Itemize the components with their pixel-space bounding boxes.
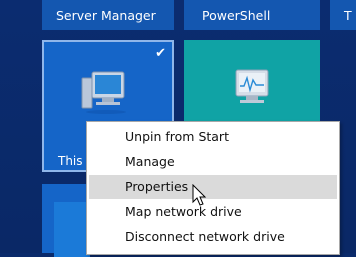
tile-server-manager[interactable]: Server Manager <box>42 0 174 30</box>
tile-label: This <box>58 154 83 168</box>
tile-label: T <box>344 8 352 23</box>
menu-item-unpin-from-start[interactable]: Unpin from Start <box>89 125 337 149</box>
computer-icon <box>81 71 126 114</box>
menu-item-manage[interactable]: Manage <box>89 150 337 174</box>
tile-label: Server Manager <box>56 8 156 23</box>
tile-powershell[interactable]: PowerShell <box>184 0 320 30</box>
context-menu: Unpin from Start Manage Properties Map n… <box>86 121 340 255</box>
menu-item-properties[interactable]: Properties <box>89 175 337 199</box>
performance-monitor-icon <box>235 69 269 103</box>
checkmark-icon: ✔ <box>155 46 166 61</box>
mouse-cursor-icon <box>192 184 207 206</box>
tile-partial-right[interactable]: T <box>330 0 356 30</box>
tile-lower-accent <box>54 202 90 257</box>
tile-label: PowerShell <box>202 8 271 23</box>
menu-item-disconnect-network-drive[interactable]: Disconnect network drive <box>89 225 337 249</box>
menu-item-map-network-drive[interactable]: Map network drive <box>89 200 337 224</box>
